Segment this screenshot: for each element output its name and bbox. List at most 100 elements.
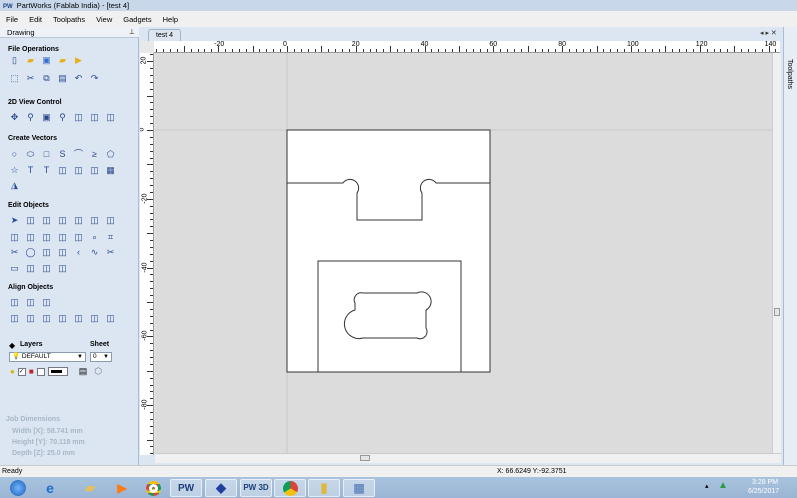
polygon-icon[interactable]: ⬠ xyxy=(105,149,116,160)
bracket-3-icon[interactable]: ◫ xyxy=(57,263,68,274)
text-box-icon[interactable]: ◫ xyxy=(73,165,84,176)
zoom-fit-icon[interactable]: ▣ xyxy=(41,112,52,123)
cut-icon[interactable]: ✂ xyxy=(25,73,36,84)
drawing-canvas[interactable] xyxy=(155,53,780,453)
align-left-icon[interactable]: ◫ xyxy=(25,313,36,324)
vertical-scrollbar[interactable] xyxy=(772,53,781,453)
redo-icon[interactable]: ↷ xyxy=(89,73,100,84)
folder-icon[interactable]: ▮ xyxy=(308,479,340,497)
view-split-icon[interactable]: ◫ xyxy=(73,112,84,123)
sheet-dropdown[interactable]: 0 ▼ xyxy=(90,352,112,362)
menu-edit[interactable]: Edit xyxy=(29,15,42,24)
star-icon[interactable]: ☆ xyxy=(9,165,20,176)
center-v-icon[interactable]: ◫ xyxy=(105,313,116,324)
scale-icon[interactable]: ◫ xyxy=(9,232,20,243)
media-player-icon[interactable]: ▶ xyxy=(106,479,138,497)
align-grid-icon[interactable]: ◫ xyxy=(73,232,84,243)
nodes-icon[interactable]: ∘ xyxy=(89,232,100,243)
open-folder-icon[interactable]: ▰ xyxy=(25,55,36,66)
color-dropdown[interactable] xyxy=(47,367,68,376)
smooth-icon[interactable]: ◫ xyxy=(57,247,68,258)
bracket-2-icon[interactable]: ◫ xyxy=(41,263,52,274)
text-on-curve-icon[interactable]: T xyxy=(41,165,52,176)
start-button[interactable] xyxy=(2,479,34,497)
fillet-icon[interactable]: ◫ xyxy=(41,247,52,258)
new-file-icon[interactable]: ▯ xyxy=(9,55,20,66)
chrome-icon[interactable] xyxy=(137,479,169,497)
google-drive-icon[interactable]: ▲ xyxy=(718,480,728,491)
size-icon[interactable]: ◫ xyxy=(25,232,36,243)
align-right-icon[interactable]: ◫ xyxy=(41,313,52,324)
internet-explorer-icon[interactable]: e xyxy=(34,479,66,497)
undo-icon[interactable]: ↶ xyxy=(73,73,84,84)
menu-help[interactable]: Help xyxy=(163,15,178,24)
clock-time[interactable]: 3:28 PM xyxy=(752,479,778,486)
view-export-icon[interactable]: ◫ xyxy=(105,112,116,123)
rectangle-icon[interactable]: □ xyxy=(41,149,52,160)
save-icon[interactable]: ▣ xyxy=(41,55,52,66)
ellipse-icon[interactable]: ⬭ xyxy=(25,149,36,160)
transform-icon[interactable]: ◫ xyxy=(41,215,52,226)
app-icon[interactable]: ▦ xyxy=(343,479,375,497)
array-icon[interactable]: ▦ xyxy=(105,165,116,176)
ungroup-icon[interactable]: ◫ xyxy=(73,215,84,226)
circle-icon[interactable]: ○ xyxy=(9,149,20,160)
mirror-icon[interactable]: ◮ xyxy=(9,180,20,191)
layer-dropdown[interactable]: 💡 DEFAULT ▼ xyxy=(9,352,86,362)
align-v-center-icon[interactable]: ◫ xyxy=(41,297,52,308)
import-icon[interactable]: ▶ xyxy=(73,55,84,66)
join-icon[interactable]: ◫ xyxy=(89,215,100,226)
bracket-1-icon[interactable]: ◫ xyxy=(25,263,36,274)
align-top-icon[interactable]: ◫ xyxy=(57,313,68,324)
tray-arrow-icon[interactable]: ▴ xyxy=(705,482,709,490)
weld-icon[interactable]: ⌗ xyxy=(105,232,116,243)
zoom-out-icon[interactable]: ⚲ xyxy=(57,112,68,123)
pan-icon[interactable]: ✥ xyxy=(9,112,20,123)
cut-scissors-icon[interactable]: ✂ xyxy=(105,247,116,258)
move-icon[interactable]: ◫ xyxy=(41,232,52,243)
layer-manager-icon[interactable]: ▤ xyxy=(79,366,88,377)
text-icon[interactable]: T xyxy=(25,165,36,176)
trace-icon[interactable]: ◫ xyxy=(89,165,100,176)
spline-icon[interactable]: ∿ xyxy=(89,247,100,258)
pin-icon[interactable]: ⊥ xyxy=(129,27,135,38)
curve-icon[interactable]: ≥ xyxy=(89,149,100,160)
open-folder-2-icon[interactable]: ▰ xyxy=(57,55,68,66)
zoom-in-icon[interactable]: ⚲ xyxy=(25,112,36,123)
lightbulb-icon[interactable]: ● xyxy=(10,367,15,376)
trim-icon[interactable]: ✂ xyxy=(9,247,20,258)
align-center-icon[interactable]: ◫ xyxy=(9,297,20,308)
distort-icon[interactable]: ◫ xyxy=(105,215,116,226)
node-edit-icon[interactable]: ◫ xyxy=(25,215,36,226)
paste-icon[interactable]: ▤ xyxy=(57,73,68,84)
select-box-icon[interactable]: ⬚ xyxy=(9,73,20,84)
view-layout-icon[interactable]: ◫ xyxy=(89,112,100,123)
offset-icon[interactable]: ◯ xyxy=(25,247,36,258)
clock-date[interactable]: 6/25/2017 xyxy=(748,488,779,495)
menu-file[interactable]: File xyxy=(6,15,18,24)
tab-test-4[interactable]: test 4 xyxy=(148,29,181,41)
select-icon[interactable]: ➤ xyxy=(9,215,20,226)
chrome-2-icon[interactable] xyxy=(274,479,306,497)
align-bottom-icon[interactable]: ◫ xyxy=(73,313,84,324)
toolpaths-tab[interactable]: Toolpaths xyxy=(783,27,797,465)
taskbar-partworks-3d[interactable]: PW 3D xyxy=(240,479,272,497)
dimension-icon[interactable]: ◫ xyxy=(57,165,68,176)
center-h-icon[interactable]: ◫ xyxy=(89,313,100,324)
menu-toolpaths[interactable]: Toolpaths xyxy=(53,15,85,24)
close-vectors-icon[interactable]: ▭ xyxy=(9,263,20,274)
copy-icon[interactable]: ⧉ xyxy=(41,73,52,84)
menu-gadgets[interactable]: Gadgets xyxy=(123,15,151,24)
align-h-center-icon[interactable]: ◫ xyxy=(25,297,36,308)
lock-checkbox[interactable] xyxy=(36,367,45,376)
menu-view[interactable]: View xyxy=(96,15,112,24)
taskbar-partworks[interactable]: PW xyxy=(170,479,202,497)
layer-settings-icon[interactable]: ⬡ xyxy=(94,366,102,377)
vcarve-icon[interactable]: ◆ xyxy=(205,479,237,497)
lock-icon[interactable]: ■ xyxy=(29,367,34,376)
tab-scroll-arrows[interactable]: ◂ ▸ ✕ xyxy=(760,29,777,37)
rotate-icon[interactable]: ◫ xyxy=(57,232,68,243)
corner-icon[interactable]: ‹ xyxy=(73,247,84,258)
group-icon[interactable]: ◫ xyxy=(57,215,68,226)
visible-checkbox[interactable]: ✓ xyxy=(17,367,26,376)
